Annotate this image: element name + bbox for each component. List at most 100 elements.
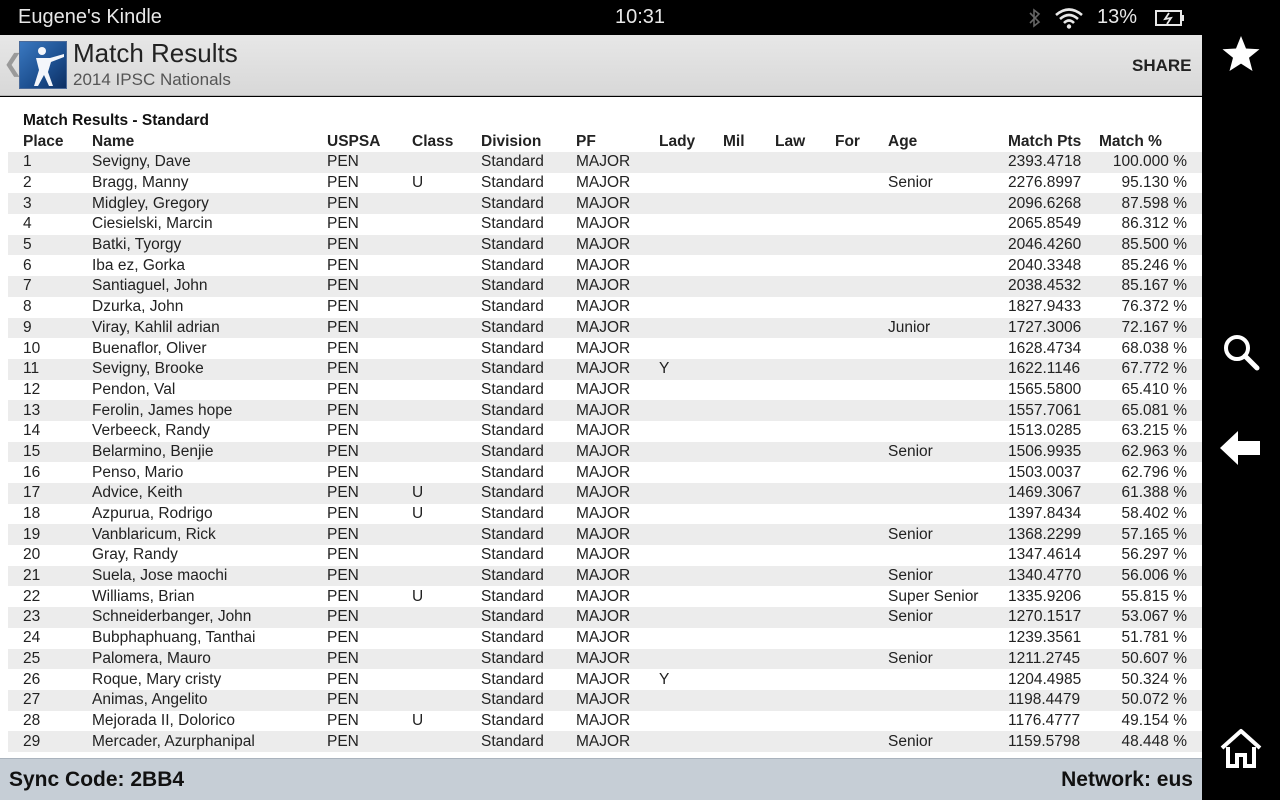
table-row[interactable]: 23 Schneiderbanger, John PEN Standard MAJOR S… <box>8 607 1202 628</box>
results-panel[interactable]: Match Results - Standard Place Name USPS… <box>0 97 1202 758</box>
cell-uspsa: PEN <box>327 567 359 585</box>
cell-place: 27 <box>23 691 41 709</box>
column-header-age: Age <box>888 132 918 150</box>
cell-lady <box>644 483 708 504</box>
cell-match-pct: 68.038 % <box>1121 339 1188 357</box>
wifi-icon <box>1055 8 1083 29</box>
cell-match-pts: 1557.7061 <box>1008 401 1082 419</box>
cell-place: 14 <box>23 422 41 440</box>
table-row[interactable]: 29 Mercader, Azurphanipal PEN Standard MAJOR… <box>8 731 1202 752</box>
cell-lady <box>644 318 708 339</box>
home-icon <box>1220 729 1262 768</box>
cell-match-pct: 86.312 % <box>1121 215 1188 233</box>
cell-place: 22 <box>23 587 41 605</box>
cell-division: Standard <box>481 546 544 564</box>
table-row[interactable]: 28 Mejorada II, Dolorico PEN U Standard MAJOR… <box>8 711 1202 732</box>
cell-pf: MAJOR <box>576 236 631 254</box>
table-row[interactable]: 12 Pendon, Val PEN Standard MAJOR 1565.5800 65… <box>8 380 1202 401</box>
table-row[interactable]: 5 Batki, Tyorgy PEN Standard MAJOR 2046.4260 8… <box>8 234 1202 256</box>
cell-law <box>760 255 820 276</box>
cell-name: Gray, Randy <box>92 546 178 564</box>
cell-match-pct: 56.006 % <box>1121 567 1188 585</box>
cell-class <box>397 545 466 566</box>
cell-class <box>397 276 466 297</box>
table-row[interactable]: 18 Azpurua, Rodrigo PEN U Standard MAJOR 1397.… <box>8 504 1202 525</box>
back-button[interactable] <box>1202 413 1280 483</box>
table-row[interactable]: 6 Iba ez, Gorka PEN Standard MAJOR 2040.3348 8… <box>8 255 1202 276</box>
cell-uspsa: PEN <box>327 629 359 647</box>
table-row[interactable]: 7 Santiaguel, John PEN Standard MAJOR 2038.45… <box>8 276 1202 297</box>
app-logo[interactable] <box>19 41 67 89</box>
table-row[interactable]: 26 Roque, Mary cristy PEN Standard MAJOR Y 120… <box>8 669 1202 690</box>
table-row[interactable]: 19 Vanblaricum, Rick PEN Standard MAJOR Senio… <box>8 524 1202 546</box>
cell-law <box>760 421 820 442</box>
cell-pf: MAJOR <box>576 691 631 709</box>
cell-place: 23 <box>23 608 41 626</box>
cell-lady <box>644 586 708 607</box>
cell-mil <box>708 545 760 566</box>
table-row[interactable]: 1 Sevigny, Dave PEN Standard MAJOR 2393.4718 1… <box>8 152 1202 173</box>
cell-division: Standard <box>481 277 544 295</box>
table-row[interactable]: 14 Verbeeck, Randy PEN Standard MAJOR 1513.02… <box>8 421 1202 442</box>
cell-division: Standard <box>481 608 544 626</box>
cell-for <box>820 214 873 235</box>
cell-match-pts: 1622.1146 <box>1008 360 1081 378</box>
table-row[interactable]: 22 Williams, Brian PEN U Standard MAJOR Super … <box>8 586 1202 607</box>
cell-name: Santiaguel, John <box>92 277 208 295</box>
cell-division: Standard <box>481 525 544 543</box>
cell-match-pct: 65.081 % <box>1121 401 1188 419</box>
table-row[interactable]: 20 Gray, Randy PEN Standard MAJOR 1347.4614 56… <box>8 545 1202 566</box>
cell-for <box>820 711 873 732</box>
cell-place: 28 <box>23 711 41 729</box>
table-row[interactable]: 11 Sevigny, Brooke PEN Standard MAJOR Y 1622.1… <box>8 358 1202 380</box>
table-row[interactable]: 13 Ferolin, James hope PEN Standard MAJOR 155… <box>8 400 1202 421</box>
table-row[interactable]: 16 Penso, Mario PEN Standard MAJOR 1503.0037 6… <box>8 462 1202 483</box>
table-row[interactable]: 8 Dzurka, John PEN Standard MAJOR 1827.9433 76… <box>8 297 1202 318</box>
cell-lady <box>644 173 708 194</box>
table-row[interactable]: 3 Midgley, Gregory PEN Standard MAJOR 2096.62… <box>8 193 1202 215</box>
table-row[interactable]: 25 Palomera, Mauro PEN Standard MAJOR Senior 1… <box>8 648 1202 670</box>
cell-division: Standard <box>481 318 544 336</box>
cell-lady <box>644 731 708 752</box>
cell-division: Standard <box>481 484 544 502</box>
cell-division: Standard <box>481 711 544 729</box>
table-row[interactable]: 24 Bubphaphuang, Tanthai PEN Standard MAJOR 1… <box>8 628 1202 649</box>
table-row[interactable]: 17 Advice, Keith PEN U Standard MAJOR 1469.306… <box>8 483 1202 504</box>
cell-mil <box>708 152 760 173</box>
cell-place: 9 <box>23 318 32 336</box>
cell-mil <box>708 607 760 628</box>
table-row[interactable]: 10 Buenaflor, Oliver PEN Standard MAJOR 1628.… <box>8 338 1202 359</box>
table-row[interactable]: 15 Belarmino, Benjie PEN Standard MAJOR Senio… <box>8 441 1202 463</box>
table-row[interactable]: 27 Animas, Angelito PEN Standard MAJOR 1198.4… <box>8 689 1202 711</box>
cell-lady <box>644 152 708 173</box>
cell-mil <box>708 442 760 463</box>
cell-match-pts: 2038.4532 <box>1008 277 1082 295</box>
table-row[interactable]: 2 Bragg, Manny PEN U Standard MAJOR Senior 2276… <box>8 173 1202 194</box>
table-row[interactable]: 9 Viray, Kahlil adrian PEN Standard MAJOR Jun… <box>8 317 1202 339</box>
home-button[interactable] <box>1202 713 1280 783</box>
cell-for <box>820 193 873 214</box>
cell-age <box>873 235 993 256</box>
table-row[interactable]: 4 Ciesielski, Marcin PEN Standard MAJOR 2065.… <box>8 214 1202 235</box>
page-subtitle: 2014 IPSC Nationals <box>73 70 231 89</box>
favorites-button[interactable] <box>1202 19 1280 89</box>
cell-place: 1 <box>23 153 32 171</box>
cell-law <box>760 524 820 545</box>
cell-law <box>760 173 820 194</box>
cell-mil <box>708 628 760 649</box>
share-button[interactable]: SHARE <box>1132 56 1192 76</box>
cell-mil <box>708 338 760 359</box>
cell-class <box>397 255 466 276</box>
cell-division: Standard <box>481 587 544 605</box>
cell-class <box>397 152 466 173</box>
star-icon <box>1222 36 1260 71</box>
cell-class <box>397 524 466 545</box>
cell-class <box>397 690 466 711</box>
cell-law <box>760 504 820 525</box>
search-button[interactable] <box>1202 317 1280 387</box>
cell-class <box>397 359 466 380</box>
cell-for <box>820 628 873 649</box>
table-row[interactable]: 21 Suela, Jose maochi PEN Standard MAJOR Seni… <box>8 565 1202 587</box>
cell-for <box>820 338 873 359</box>
cell-pf: MAJOR <box>576 318 631 336</box>
